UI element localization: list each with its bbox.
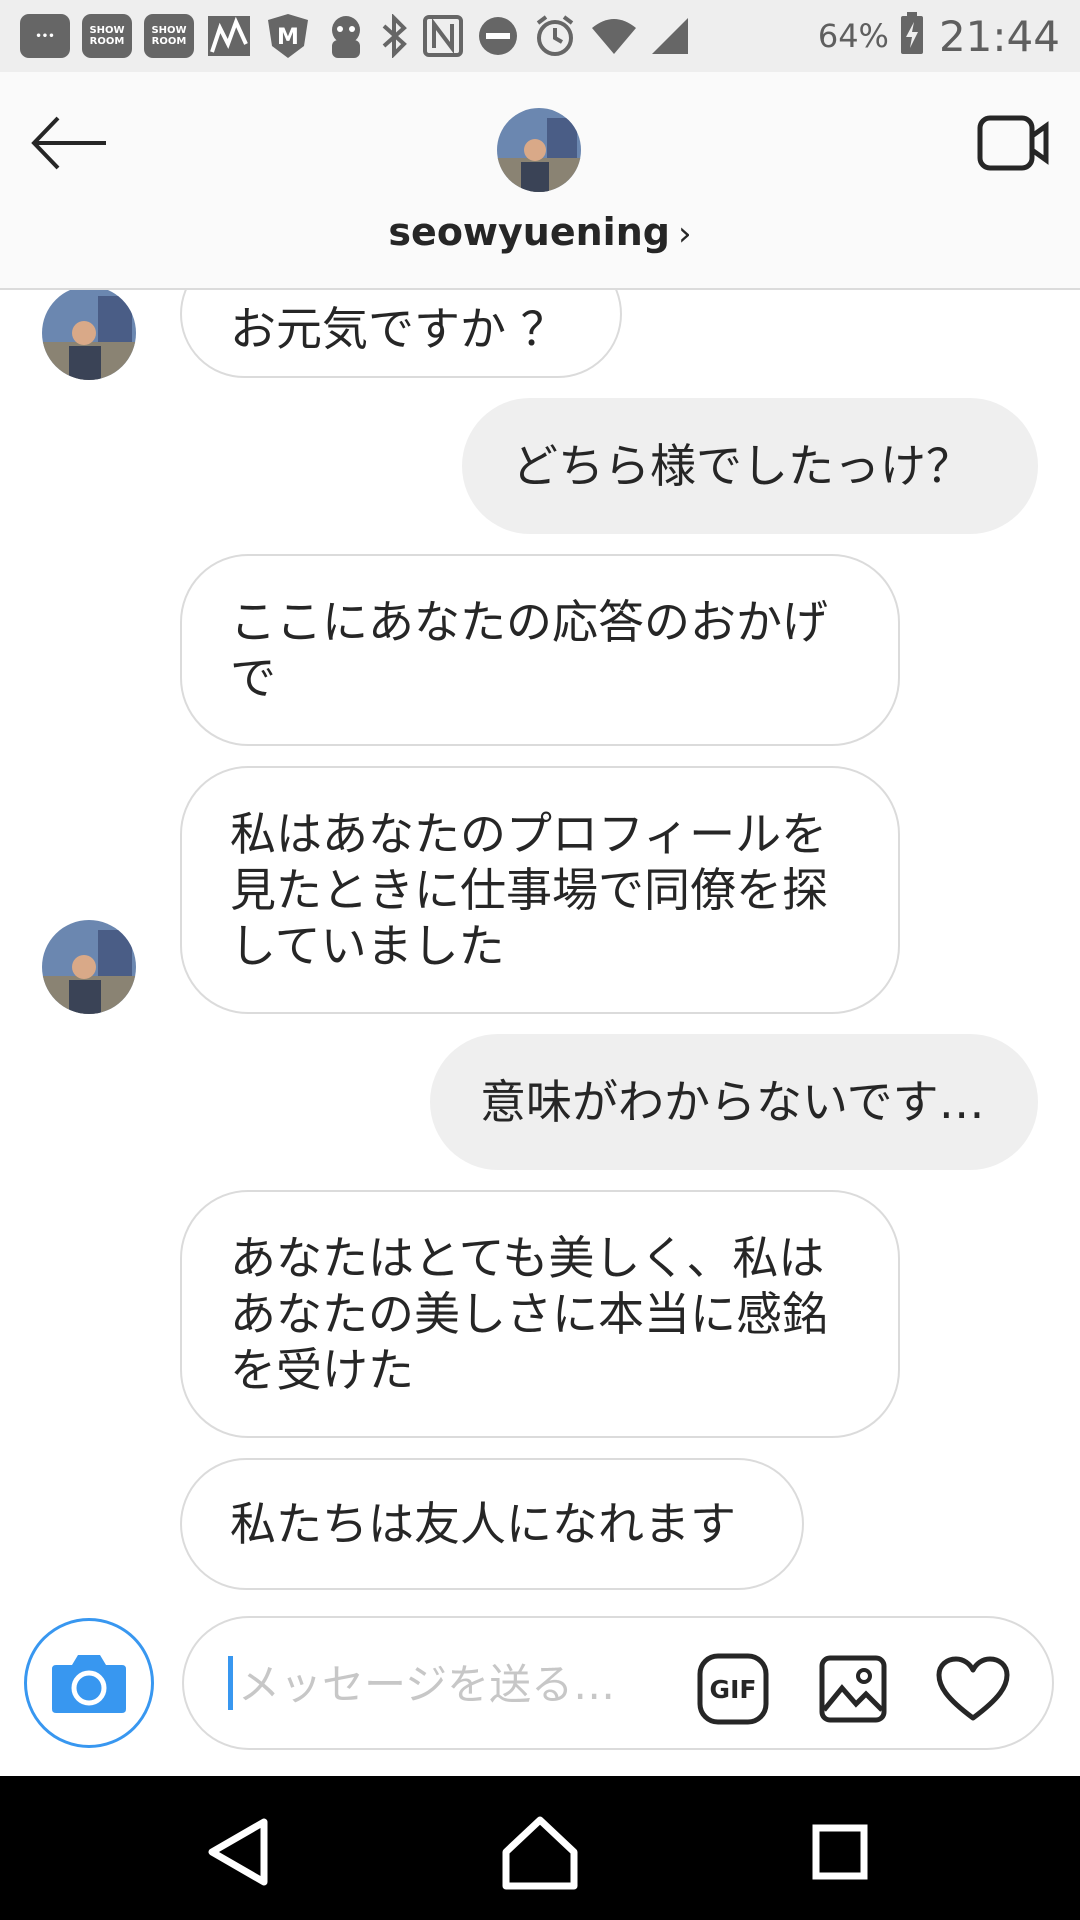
avatar[interactable] — [497, 108, 581, 192]
message-text: 意味がわからないです… — [480, 1075, 985, 1129]
like-button[interactable] — [936, 1652, 1010, 1726]
bluetooth-icon — [380, 14, 410, 58]
message-text: 私たちは友人になれます — [230, 1497, 736, 1551]
video-call-button[interactable] — [976, 112, 1052, 174]
camera-icon — [52, 1655, 126, 1713]
chevron-right-icon: › — [677, 214, 692, 254]
message-bubble-outgoing[interactable]: 意味がわからないです… — [430, 1034, 1038, 1170]
messages-notification-icon: ••• — [20, 14, 70, 58]
nav-back-button[interactable] — [200, 1812, 280, 1892]
arrow-left-icon — [31, 116, 106, 170]
square-recents-icon — [812, 1824, 868, 1880]
gif-button[interactable]: GIF — [696, 1652, 770, 1726]
message-composer: GIF — [0, 1590, 1080, 1776]
gallery-button[interactable] — [816, 1652, 890, 1726]
showroom-notification-icon: SHOW ROOM — [82, 14, 132, 58]
message-bubble-incoming[interactable]: 私はあなたのプロフィールを 見たときに仕事場で同僚を探 していました — [180, 766, 900, 1014]
conversation-header: seowyuening › — [0, 72, 1080, 290]
shield-notification-icon: M — [264, 12, 312, 60]
notification-icons: ••• SHOW ROOM SHOW ROOM M — [20, 12, 690, 60]
wifi-icon — [590, 16, 638, 56]
message-input[interactable] — [236, 1648, 660, 1720]
svg-text:M: M — [277, 25, 299, 50]
nav-recents-button[interactable] — [800, 1812, 880, 1892]
image-icon — [819, 1655, 887, 1723]
status-bar: ••• SHOW ROOM SHOW ROOM M 64% 21:44 — [0, 0, 1080, 72]
back-button[interactable] — [30, 112, 110, 174]
avatar[interactable] — [42, 290, 136, 380]
battery-percent: 64% — [817, 17, 889, 55]
video-camera-icon — [977, 115, 1049, 171]
system-navigation-bar — [0, 1776, 1080, 1920]
battery-charging-icon — [899, 12, 925, 60]
home-icon — [502, 1816, 578, 1890]
nfc-icon — [422, 14, 464, 58]
message-text: 私はあなたのプロフィールを 見たときに仕事場で同僚を探 していました — [230, 807, 828, 973]
profile-photo-icon — [497, 108, 581, 192]
alarm-icon — [532, 13, 578, 59]
message-bubble-incoming[interactable]: ここにあなたの応答のおかげ で — [180, 554, 900, 746]
profile-photo-icon — [42, 920, 136, 1014]
camera-button[interactable] — [24, 1618, 154, 1748]
avatar[interactable] — [42, 920, 136, 1014]
username: seowyuening — [388, 210, 670, 254]
character-notification-icon — [324, 12, 368, 60]
message-bubble-incoming[interactable]: 私たちは友人になれます — [180, 1458, 804, 1590]
message-text: ここにあなたの応答のおかげ で — [230, 595, 828, 705]
profile-photo-icon — [42, 290, 136, 380]
signal-icon — [650, 16, 690, 56]
message-bubble-incoming[interactable]: お元気ですか ？ — [180, 290, 622, 378]
message-text: お元気ですか ？ — [230, 302, 567, 356]
message-text: どちら様でしたっけ？ — [512, 439, 972, 493]
triangle-back-icon — [208, 1818, 268, 1886]
username-link[interactable]: seowyuening › — [0, 210, 1080, 254]
message-bubble-outgoing[interactable]: どちら様でしたっけ？ — [462, 398, 1038, 534]
heart-icon — [936, 1656, 1010, 1721]
text-cursor — [228, 1656, 233, 1710]
do-not-disturb-icon — [476, 14, 520, 58]
nav-home-button[interactable] — [500, 1812, 580, 1892]
message-thread[interactable]: お元気ですか ？ どちら様でしたっけ？ ここにあなたの応答のおかげ で 私はあな… — [0, 290, 1080, 1590]
message-bubble-incoming[interactable]: あなたはとても美しく、私は あなたの美しさに本当に感銘 を受けた — [180, 1190, 900, 1438]
clock: 21:44 — [938, 11, 1060, 61]
gif-label: GIF — [709, 1674, 757, 1704]
showroom-notification-icon: SHOW ROOM — [144, 14, 194, 58]
message-input-container[interactable]: GIF — [182, 1616, 1054, 1750]
chart-notification-icon — [206, 14, 252, 58]
message-text: あなたはとても美しく、私は あなたの美しさに本当に感銘 を受けた — [230, 1231, 828, 1397]
